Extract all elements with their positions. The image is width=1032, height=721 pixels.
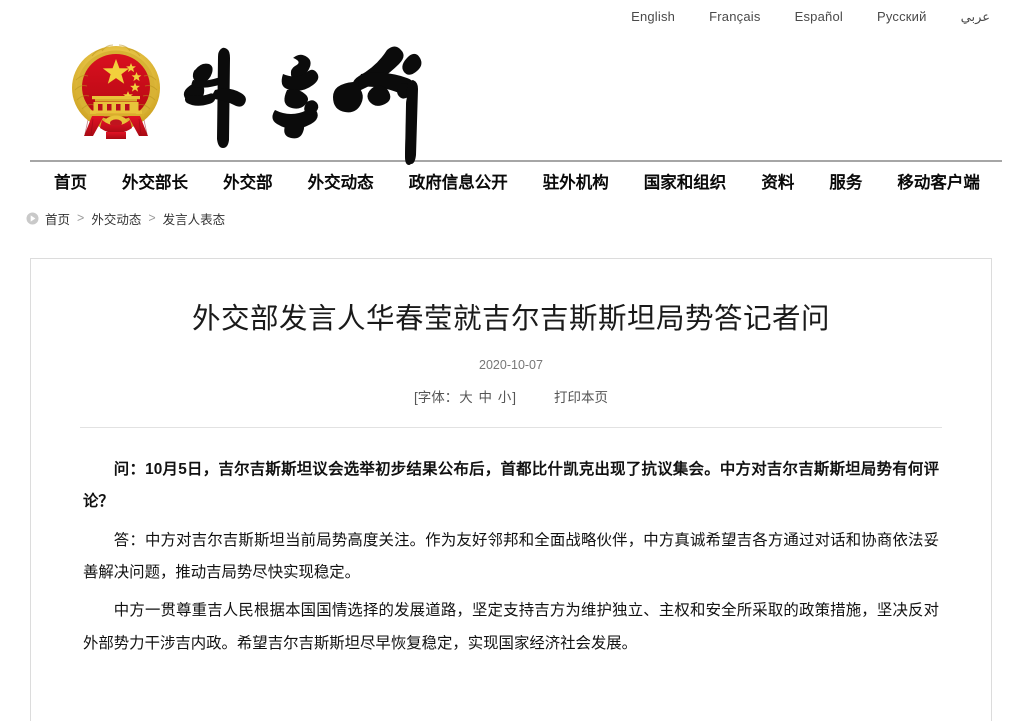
article-paragraph-3: 中方一贯尊重吉人民根据本国国情选择的发展道路，坚定支持吉方为维护独立、主权和安全… (83, 602, 939, 652)
breadcrumb-separator-1: > (77, 211, 85, 225)
nav-item-foreign-minister[interactable]: 外交部长 (122, 175, 188, 192)
nav-item-gov-info[interactable]: 政府信息公开 (409, 175, 508, 192)
nav-item-countries[interactable]: 国家和组织 (644, 175, 727, 192)
nav-item-mobile[interactable]: 移动客户端 (897, 175, 980, 192)
font-size-small[interactable]: 小 (497, 390, 513, 405)
lang-link-russian[interactable]: Русский (877, 10, 927, 23)
language-bar: English Français Español Русский عربي (0, 0, 1032, 32)
nav-item-ministry[interactable]: 外交部 (223, 175, 273, 192)
font-size-label-close: ] (512, 390, 517, 406)
breadcrumb-separator-2: > (148, 211, 156, 225)
print-page-link[interactable]: 打印本页 (554, 386, 608, 406)
lang-link-english[interactable]: English (631, 10, 675, 23)
nav-item-news[interactable]: 外交动态 (308, 175, 374, 192)
breadcrumb-home[interactable]: 首页 (45, 209, 70, 228)
article-tools: [字体：大 中 小] 打印本页 (31, 386, 991, 406)
font-size-large[interactable]: 大 (458, 390, 474, 405)
nav-item-services[interactable]: 服务 (829, 175, 862, 192)
article-paragraph-answer: 答：中方对吉尔吉斯斯坦当前局势高度关注。作为友好邻邦和全面战略伙伴，中方真诚希望… (83, 531, 939, 582)
article-body: 问：10月5日，吉尔吉斯斯坦议会选举初步结果公布后，首都比什凯克出现了抗议集会。… (31, 428, 991, 660)
breadcrumb-current: 发言人表态 (162, 212, 226, 227)
article-card: 外交部发言人华春莹就吉尔吉斯斯坦局势答记者问 2020-10-07 [字体：大 … (30, 258, 992, 721)
lang-link-francais[interactable]: Français (709, 10, 760, 23)
lang-link-espanol[interactable]: Español (795, 10, 843, 23)
breadcrumb-section[interactable]: 外交动态 (91, 209, 141, 228)
font-size-control: [字体：大 中 小] (414, 386, 516, 406)
page-title: 外交部发言人华春莹就吉尔吉斯斯坦局势答记者问 (191, 303, 830, 335)
nav-item-home[interactable]: 首页 (54, 175, 87, 192)
nav-item-resources[interactable]: 资料 (761, 175, 794, 192)
font-size-medium[interactable]: 中 (478, 390, 494, 405)
article-paragraph-question: 问：10月5日，吉尔吉斯斯坦议会选举初步结果公布后，首都比什凯克出现了抗议集会。… (83, 461, 939, 511)
arrow-circle-icon (26, 212, 39, 225)
national-emblem-icon (62, 40, 170, 148)
breadcrumb: 首页 > 外交动态 > 发言人表态 (0, 204, 1032, 232)
ministry-wordmark-calligraphy[interactable] (175, 32, 443, 172)
font-size-label-open: [字体： (413, 390, 459, 406)
nav-item-missions[interactable]: 驻外机构 (543, 175, 609, 192)
site-masthead (0, 32, 1032, 165)
article-date: 2020-10-07 (479, 358, 543, 373)
lang-link-arabic[interactable]: عربي (961, 10, 990, 23)
